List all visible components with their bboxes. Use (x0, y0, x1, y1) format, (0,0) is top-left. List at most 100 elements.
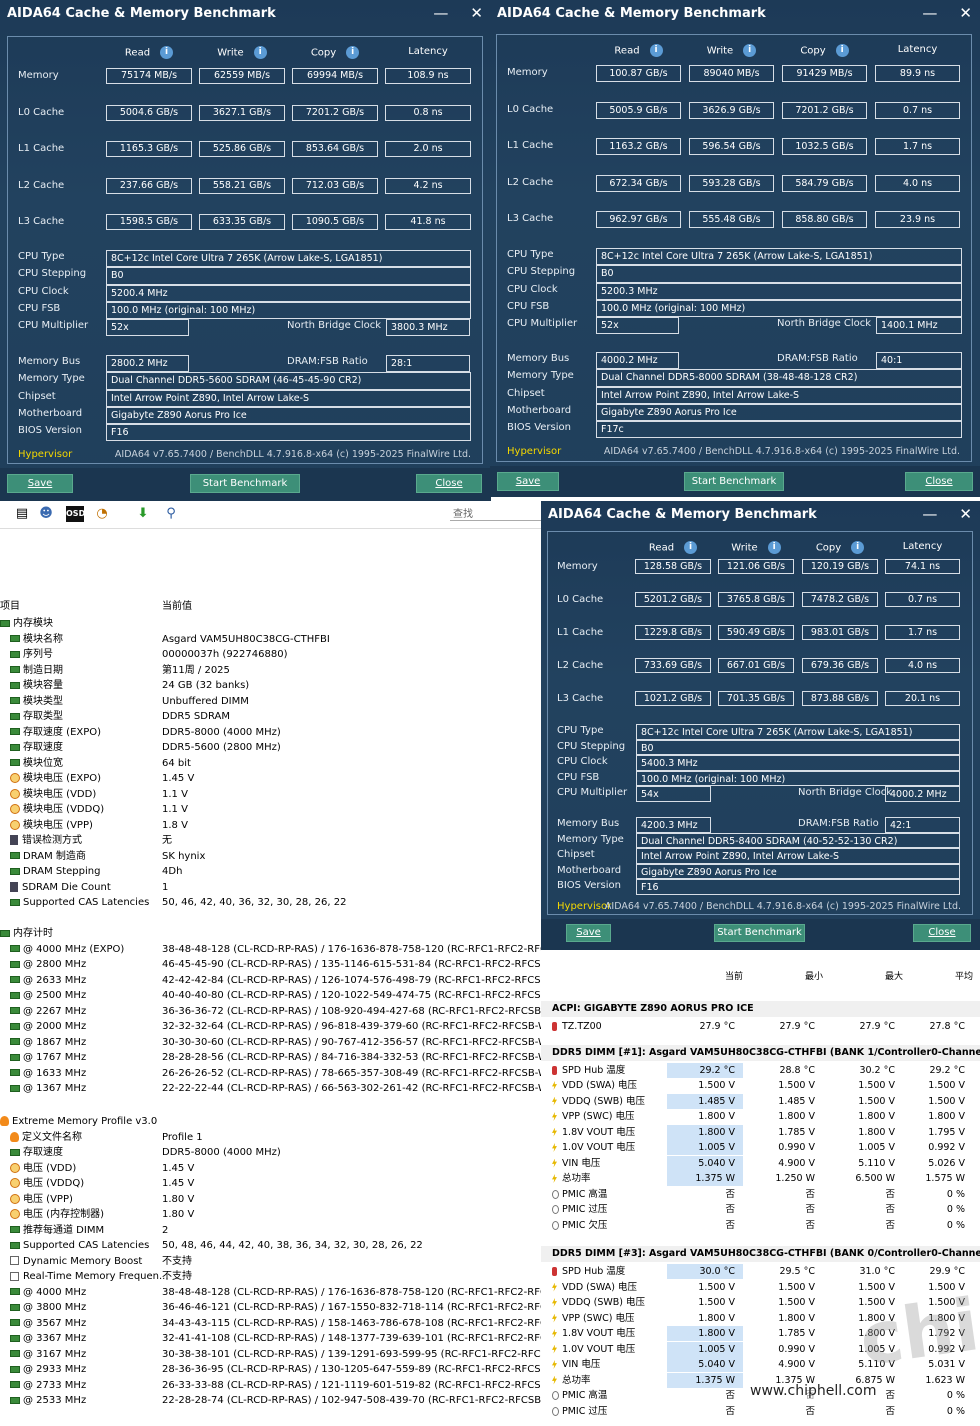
start-benchmark-button[interactable]: Start Benchmark (714, 924, 805, 942)
status-icon (552, 1205, 559, 1214)
section-xmp-key: Extreme Memory Profile v3.0 (0, 1114, 157, 1129)
hypervisor-label: Hypervisor (507, 446, 562, 457)
memory-chip-icon (10, 1069, 20, 1076)
sensor-value: 29.9 °C (929, 1266, 965, 1277)
sensor-value: 1.800 V (858, 1111, 895, 1122)
memory-chip-icon (10, 712, 20, 720)
info-value-cpu-clock: 5400.3 MHz (636, 755, 960, 771)
close-x-button[interactable]: ✕ (959, 4, 972, 22)
xmp-row-key: @ 2733 MHz (10, 1378, 86, 1393)
timing-row: @ 1767 MHz 28-28-28-56 (CL-RCD-RP-RAS) / … (0, 1050, 541, 1065)
minimize-button[interactable]: — (433, 4, 470, 22)
result-read: 5201.2 GB/s (635, 592, 711, 607)
sensor-name: VDDQ (SWB) 电压 (552, 1295, 645, 1310)
info-label: CPU FSB (557, 771, 600, 783)
xmp-row[interactable]: Dynamic Memory Boost 不支持 (0, 1254, 541, 1269)
xmp-row-key: 存取速度 (10, 1145, 63, 1160)
sensor-name-text: VDDQ (SWB) 电压 (562, 1095, 645, 1107)
sensor-name-text: TZ.TZ00 (562, 1021, 602, 1032)
xmp-row-value: 30-38-38-101 (CL-RCD-RP-RAS) / 139-1291-… (162, 1348, 541, 1360)
xmp-row: 推荐每通道 DIMM 2 (0, 1223, 541, 1238)
minimize-button[interactable]: — (922, 4, 959, 22)
close-x-button[interactable]: ✕ (959, 505, 972, 523)
close-button[interactable]: Close (905, 472, 973, 491)
timing-row-value: 42-42-42-84 (CL-RCD-RP-RAS) / 126-1074-5… (162, 974, 541, 986)
memory-chip-icon (10, 1350, 20, 1357)
info-icon[interactable]: i (684, 541, 698, 554)
xmp-row-key: Dynamic Memory Boost (10, 1254, 142, 1269)
section-module-key: 内存模块 (0, 616, 53, 631)
xmp-row-value: 28-36-36-95 (CL-RCD-RP-RAS) / 130-1205-6… (162, 1364, 541, 1375)
close-x-button[interactable]: ✕ (470, 4, 483, 22)
sensor-value: 6.500 W (855, 1173, 895, 1184)
xmp-row-value: 不支持 (162, 1255, 192, 1267)
module-row-key: Supported CAS Latencies (10, 895, 149, 910)
info-label: CPU Multiplier (18, 320, 89, 332)
start-benchmark-button[interactable]: Start Benchmark (190, 474, 300, 493)
xmp-row: @ 2933 MHz 28-36-36-95 (CL-RCD-RP-RAS) / … (0, 1362, 541, 1377)
save-button[interactable]: Save (566, 924, 611, 942)
result-latency: 23.9 ns (875, 211, 960, 228)
info-icon[interactable]: i (346, 46, 360, 59)
sensor-value: 1.375 W (667, 1171, 743, 1186)
col-header-latency: Latency (885, 541, 960, 552)
close-button[interactable]: Close (913, 924, 971, 942)
row-label: L0 Cache (18, 106, 65, 118)
xmp-row-key-text: @ 4000 MHz (23, 1286, 87, 1298)
result-latency: 4.2 ns (385, 177, 471, 194)
module-row-key-text: 存取速度 (EXPO) (23, 726, 102, 738)
start-benchmark-button[interactable]: Start Benchmark (684, 472, 784, 491)
info-icon[interactable]: i (767, 541, 781, 554)
memory-info-panel: ▤ ☻ OSD ◔ ⬇ ⚲ 查找 设备描述DIMM2: Asgard VAM5U… (0, 503, 541, 1426)
info-icon[interactable]: i (253, 46, 267, 59)
xmp-row[interactable]: Real-Time Memory Frequen... 不支持 (0, 1269, 541, 1284)
info-icon[interactable]: i (743, 44, 757, 57)
module-row-key-text: 模块电压 (VPP) (23, 819, 93, 831)
info-icon[interactable]: i (835, 44, 849, 57)
result-write: 89040 MB/s (689, 65, 774, 82)
save-button[interactable]: Save (7, 474, 73, 493)
info-value-memory-type: Dual Channel DDR5-5600 SDRAM (46-45-45-9… (106, 372, 471, 390)
result-write: 3765.8 GB/s (718, 592, 794, 607)
checkbox-icon[interactable] (10, 1271, 19, 1281)
sensor-name-text: PMIC 过压 (562, 1405, 608, 1417)
memory-chip-icon (10, 1365, 20, 1373)
sensor-value: 1.500 V (778, 1297, 815, 1308)
sensor-value: 否 (885, 1188, 895, 1200)
module-row-value: 00000037h (922746880) (162, 649, 288, 660)
info-value-cpu-stepping: B0 (596, 265, 962, 283)
window-title: AIDA64 Cache & Memory Benchmark (497, 6, 766, 21)
sensor-name: 1.8V VOUT 电压 (552, 1326, 635, 1341)
sensor-value: 1.500 V (698, 1281, 735, 1293)
watermark-text: www.chiphell.com (750, 1383, 877, 1399)
timing-row: @ 4000 MHz (EXPO) 38-48-48-128 (CL-RCD-RP… (0, 942, 541, 957)
row-label: L1 Cache (18, 143, 65, 154)
timing-row-key: @ 2500 MHz (10, 988, 86, 1003)
sensor-col-header: 当前 (724, 972, 743, 982)
info-icon[interactable]: i (160, 46, 174, 59)
memory-chip-icon (10, 1038, 20, 1045)
timing-row-key: @ 4000 MHz (EXPO) (10, 942, 124, 957)
info-icon[interactable]: i (649, 44, 663, 57)
module-row: 制造日期 第11周 / 2025 (0, 663, 541, 678)
checkbox-icon[interactable] (10, 1256, 19, 1265)
save-button[interactable]: Save (497, 472, 559, 491)
sensor-name: 1.0V VOUT 电压 (552, 1140, 635, 1155)
xmp-row-key-text: 电压 (VPP) (23, 1193, 73, 1205)
result-read: 128.58 GB/s (635, 559, 711, 574)
info-value-cpu-stepping: B0 (106, 267, 471, 285)
close-button[interactable]: Close (416, 474, 482, 493)
window-title: AIDA64 Cache & Memory Benchmark (548, 507, 817, 522)
sensor-name: VPP (SWC) 电压 (552, 1109, 634, 1124)
info-label: Chipset (18, 390, 56, 402)
timing-row-value: 30-30-30-60 (CL-RCD-RP-RAS) / 90-767-412… (162, 1036, 541, 1048)
module-row-value: 无 (162, 835, 172, 846)
module-row-value: 24 GB (32 banks) (162, 680, 250, 691)
row-label: L3 Cache (18, 216, 65, 227)
minimize-button[interactable]: — (922, 505, 959, 523)
timing-row: @ 1633 MHz 26-26-26-52 (CL-RCD-RP-RAS) / … (0, 1066, 541, 1081)
module-row-key-text: 错误检测方式 (22, 835, 82, 846)
module-row-key: 制造日期 (10, 663, 63, 678)
info-icon[interactable]: i (851, 541, 865, 554)
xmp-row-key-text: 电压 (VDD) (23, 1162, 77, 1174)
